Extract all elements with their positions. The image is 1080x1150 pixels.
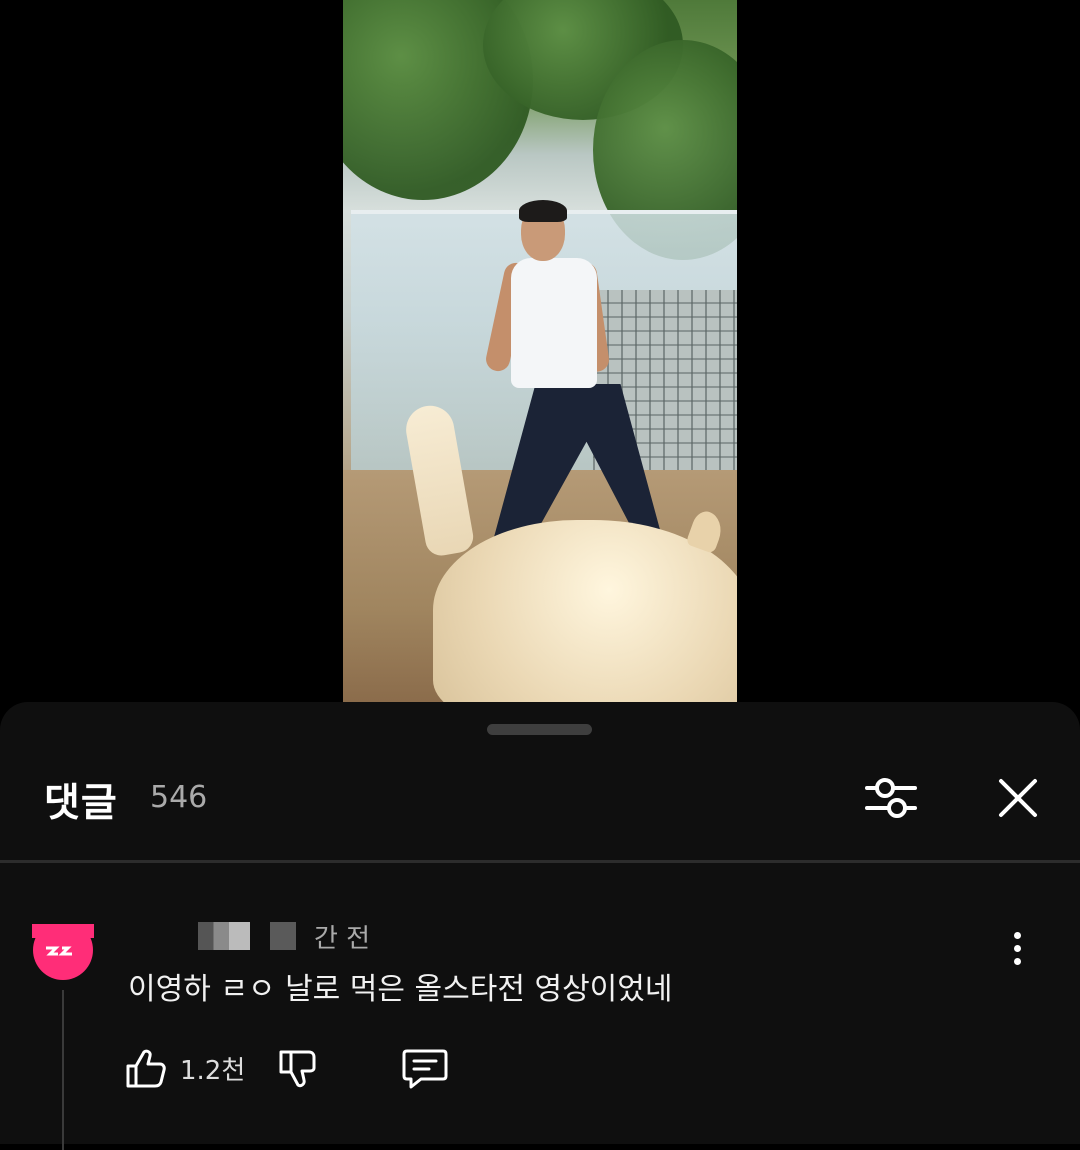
comment-meta: 간 전	[128, 916, 370, 956]
close-button[interactable]	[986, 768, 1050, 828]
header-divider	[0, 860, 1080, 863]
comment-more-button[interactable]	[1000, 926, 1034, 970]
reply-icon	[402, 1049, 448, 1089]
more-vert-icon-dot	[1013, 957, 1021, 965]
thread-line	[62, 990, 64, 1150]
like-button[interactable]	[124, 1046, 168, 1090]
comment-time: 간 전	[314, 923, 371, 954]
tune-sliders-icon	[865, 778, 917, 818]
more-vert-icon-dot	[1013, 944, 1021, 952]
avatar-image	[32, 920, 98, 980]
comment-text: 이영하 ㄹㅇ 날로 먹은 올스타전 영상이었네	[128, 972, 673, 1007]
comment-actions: 1.2천	[124, 1042, 449, 1094]
reply-button[interactable]	[401, 1045, 449, 1091]
video-frame[interactable]	[343, 0, 737, 702]
comments-title: 댓글	[44, 781, 118, 826]
sort-filter-button[interactable]	[858, 768, 924, 828]
close-icon	[999, 779, 1037, 817]
thumb-up-icon	[126, 1049, 166, 1088]
like-count: 1.2천	[180, 1055, 246, 1086]
drag-handle[interactable]	[487, 724, 592, 735]
thumb-down-icon	[279, 1050, 316, 1088]
redacted-block	[270, 922, 296, 950]
avatar[interactable]	[32, 920, 98, 980]
username-redacted[interactable]	[198, 922, 250, 950]
more-vert-icon	[1013, 931, 1021, 939]
person-hair	[519, 200, 567, 222]
person-torso	[511, 258, 597, 388]
dog-body	[433, 520, 737, 702]
comments-count: 546	[150, 780, 208, 815]
comments-sheet: 댓글 546 간 전 이영하 ㄹㅇ 날로 먹은 올스타전 영상이었네 1.2천	[0, 702, 1080, 1150]
dislike-button[interactable]	[275, 1046, 319, 1090]
video-player[interactable]	[0, 0, 1080, 702]
